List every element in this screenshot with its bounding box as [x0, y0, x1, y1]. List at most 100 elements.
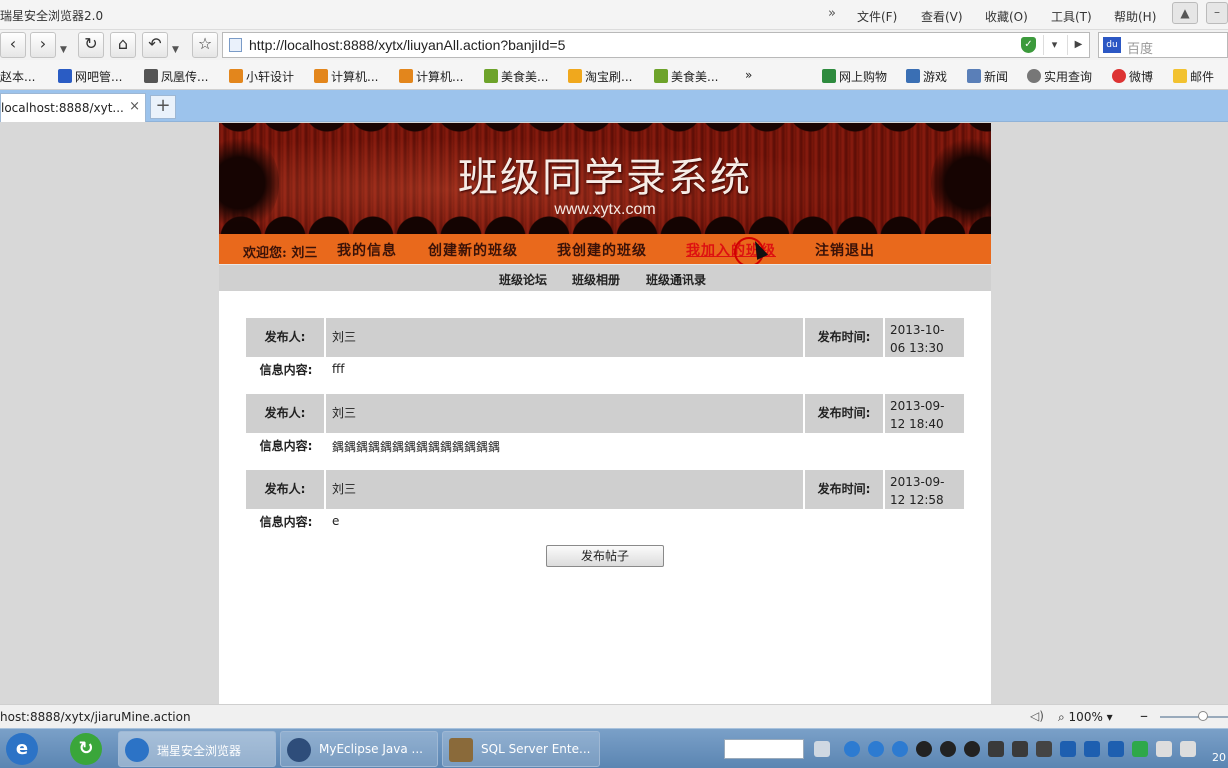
qq-icon[interactable]: [964, 741, 980, 757]
task-sql-server[interactable]: SQL Server Ente...: [442, 731, 600, 767]
tray-app-icon[interactable]: [988, 741, 1004, 757]
subnav-forum[interactable]: 班级论坛: [499, 271, 547, 288]
tray-app-icon[interactable]: [1012, 741, 1028, 757]
bookmark-item[interactable]: 新闻: [967, 68, 1008, 85]
menu-file[interactable]: 文件(F): [857, 8, 897, 25]
qq-icon[interactable]: [916, 741, 932, 757]
bookmark-item[interactable]: 凤凰传...: [144, 68, 208, 85]
address-bar[interactable]: http://localhost:8888/xytx/liuyanAll.act…: [222, 32, 1090, 58]
bookmark-item[interactable]: 游戏: [906, 68, 947, 85]
new-tab-button[interactable]: +: [150, 95, 176, 119]
task-browser[interactable]: 瑞星安全浏览器: [118, 731, 276, 767]
task-label: 瑞星安全浏览器: [157, 744, 242, 758]
magnifier-icon: [1027, 69, 1041, 83]
bookmark-item[interactable]: 美食美...: [654, 68, 718, 85]
tray-app-icon[interactable]: [892, 741, 908, 757]
time-value: 2013-09- 12 18:40: [885, 394, 964, 433]
undo-icon[interactable]: ↶: [142, 32, 168, 58]
minimize-icon[interactable]: –: [1206, 2, 1228, 24]
bookmark-item[interactable]: 计算机...: [399, 68, 463, 85]
qiyi-icon: [654, 69, 668, 83]
tray-app-icon[interactable]: [1084, 741, 1100, 757]
sub-nav: 班级论坛 班级相册 班级通讯录: [219, 264, 991, 291]
menu-tools[interactable]: 工具(T): [1051, 8, 1092, 25]
back-icon[interactable]: ‹: [0, 32, 26, 58]
address-dropdown-icon[interactable]: ▾: [1043, 35, 1065, 55]
bookmark-item[interactable]: 小轩设计: [229, 68, 294, 85]
favorite-star-icon[interactable]: ☆: [192, 32, 218, 58]
history-dropdown-icon[interactable]: ▼: [60, 45, 67, 55]
keyboard-icon[interactable]: [814, 741, 830, 757]
bookmark-item[interactable]: 邮件: [1173, 68, 1214, 85]
zoom-slider-handle[interactable]: [1198, 711, 1208, 721]
shopping-cart-icon: [822, 69, 836, 83]
bookmark-item[interactable]: 实用查询: [1027, 68, 1092, 85]
nav-my-info[interactable]: 我的信息: [337, 240, 397, 260]
poster-label: 发布人:: [246, 318, 324, 357]
bookmark-item[interactable]: 网吧管...: [58, 68, 122, 85]
poster-label: 发布人:: [246, 394, 324, 433]
clock: 20: [1212, 751, 1226, 764]
pin-icon[interactable]: ▲: [1172, 2, 1198, 24]
menu-favorites[interactable]: 收藏(O): [985, 8, 1028, 25]
nav-my-created-classes[interactable]: 我创建的班级: [557, 240, 647, 260]
bookmark-item[interactable]: 淘宝刷...: [568, 68, 632, 85]
sound-icon[interactable]: ◁): [1030, 709, 1044, 723]
refresh-app-icon[interactable]: ↻: [70, 733, 102, 765]
security-shield-icon[interactable]: ✓: [1021, 37, 1036, 53]
taskbar-search-input[interactable]: [724, 739, 804, 759]
content-value: fff: [332, 362, 345, 376]
search-box[interactable]: du 百度: [1098, 32, 1228, 58]
content-label: 信息内容:: [259, 515, 313, 529]
ie-icon[interactable]: e: [6, 733, 38, 765]
subnav-album[interactable]: 班级相册: [572, 271, 620, 288]
task-myeclipse[interactable]: MyEclipse Java ...: [280, 731, 438, 767]
publish-post-button[interactable]: 发布帖子: [546, 545, 664, 567]
menu-overflow-chevron[interactable]: »: [828, 6, 836, 21]
security-check-icon[interactable]: [1132, 741, 1148, 757]
zoom-slider[interactable]: [1160, 716, 1228, 718]
shield-icon[interactable]: [1108, 741, 1124, 757]
bookmark-item[interactable]: 网上购物: [822, 68, 887, 85]
tab-bar: localhost:8888/xyt... × +: [0, 90, 1228, 122]
undo-dropdown-icon[interactable]: ▼: [172, 45, 179, 55]
subnav-contacts[interactable]: 班级通讯录: [646, 271, 706, 288]
menu-view[interactable]: 查看(V): [921, 8, 963, 25]
bookmark-site-icon: [229, 69, 243, 83]
forward-icon[interactable]: ›: [30, 32, 56, 58]
tray-app-icon[interactable]: [1036, 741, 1052, 757]
tray-app-icon[interactable]: [1060, 741, 1076, 757]
bookmarks-overflow-chevron[interactable]: »: [745, 68, 752, 82]
zoom-level[interactable]: ⌕ 100% ▾: [1058, 710, 1113, 725]
bookmark-site-icon: [399, 69, 413, 83]
tab-title[interactable]: localhost:8888/xyt...: [1, 101, 124, 115]
bookmark-item[interactable]: 美食美...: [484, 68, 548, 85]
refresh-icon[interactable]: ↻: [78, 32, 104, 58]
home-icon[interactable]: ⌂: [110, 32, 136, 58]
poster-label: 发布人:: [246, 470, 324, 509]
gamepad-icon: [906, 69, 920, 83]
bookmark-item[interactable]: 赵本...: [0, 68, 35, 85]
content-value: e: [332, 514, 340, 528]
tray-app-icon[interactable]: [868, 741, 884, 757]
bookmark-site-icon: [314, 69, 328, 83]
url-text[interactable]: http://localhost:8888/xytx/liuyanAll.act…: [249, 37, 565, 53]
go-icon[interactable]: ▶: [1067, 35, 1089, 55]
bookmark-item[interactable]: 微博: [1112, 68, 1153, 85]
bookmark-item[interactable]: 计算机...: [314, 68, 378, 85]
nav-logout[interactable]: 注销退出: [815, 240, 875, 260]
volume-icon[interactable]: [1180, 741, 1196, 757]
nav-create-class[interactable]: 创建新的班级: [428, 240, 518, 260]
news-icon: [967, 69, 981, 83]
task-label: SQL Server Ente...: [481, 742, 591, 756]
taskbar: e ↻ 瑞星安全浏览器 MyEclipse Java ... SQL Serve…: [0, 728, 1228, 768]
menu-help[interactable]: 帮助(H): [1114, 8, 1156, 25]
tab-current[interactable]: localhost:8888/xyt... ×: [0, 93, 146, 122]
zoom-out-icon[interactable]: –: [1140, 706, 1148, 725]
search-placeholder[interactable]: 百度: [1127, 38, 1153, 57]
tray-app-icon[interactable]: [844, 741, 860, 757]
network-icon[interactable]: [1156, 741, 1172, 757]
tab-close-icon[interactable]: ×: [129, 99, 140, 114]
content-value: 鍝鍝鍝鍝鍝鍝鍝鍝鍝鍝鍝鍝鍝鍝: [332, 440, 501, 454]
qq-icon[interactable]: [940, 741, 956, 757]
